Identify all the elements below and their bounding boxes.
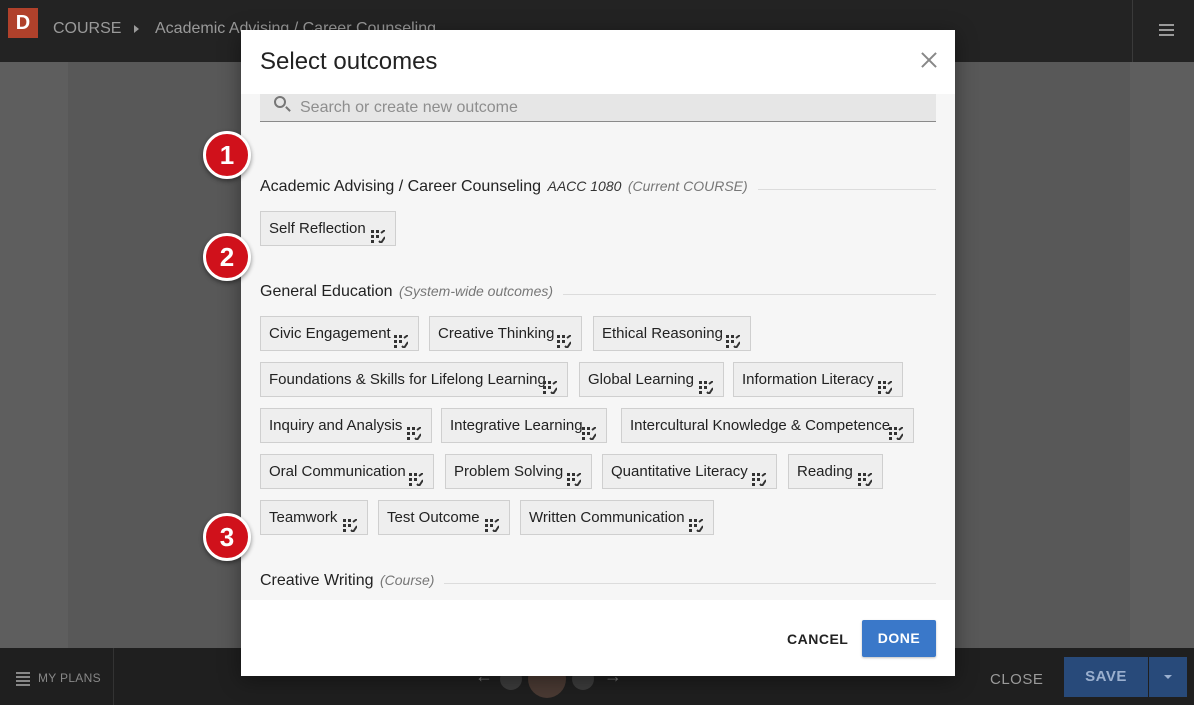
outcome-chip[interactable]: Civic Engagement (260, 316, 419, 351)
outcome-chip[interactable]: Reading (788, 454, 883, 489)
close-button[interactable]: CLOSE (990, 671, 1043, 688)
rubric-grid-icon[interactable] (557, 327, 572, 350)
outcome-chip-label: Written Communication (529, 509, 685, 526)
outcome-chip[interactable]: Intercultural Knowledge & Competence (621, 408, 914, 443)
dialog-footer: CANCEL DONE (241, 600, 955, 676)
dialog-title: Select outcomes (260, 48, 438, 75)
rubric-grid-icon[interactable] (343, 511, 358, 534)
section-header-creative-writing: Creative Writing (Course) (260, 572, 936, 594)
outcome-chip-label: Foundations & Skills for Lifelong Learni… (269, 371, 546, 388)
dialog-header: Select outcomes (241, 30, 955, 94)
close-icon[interactable] (921, 52, 937, 68)
section-title: General Education (260, 283, 393, 300)
caret-down-icon (1164, 675, 1172, 679)
callout-badge-2: 2 (203, 233, 251, 281)
rubric-grid-icon[interactable] (394, 327, 409, 350)
outcome-chip-label: Reading (797, 463, 853, 480)
dialog-body[interactable]: Academic Advising / Career Counseling AA… (241, 94, 955, 600)
outcome-chip-label: Information Literacy (742, 371, 874, 388)
section-title: Creative Writing (260, 572, 374, 589)
divider (1132, 0, 1133, 62)
callout-badge-1: 1 (203, 131, 251, 179)
section-note: (System-wide outcomes) (398, 283, 554, 299)
section-title: Academic Advising / Career Counseling (260, 178, 542, 195)
rubric-grid-icon[interactable] (582, 419, 597, 442)
outcome-chip[interactable]: Test Outcome (378, 500, 510, 535)
outcome-chip[interactable]: Self Reflection (260, 211, 396, 246)
outcome-chip[interactable]: Problem Solving (445, 454, 592, 489)
outcome-chip[interactable]: Foundations & Skills for Lifelong Learni… (260, 362, 568, 397)
app-logo[interactable]: D (8, 8, 38, 38)
section-header-current-course: Academic Advising / Career Counseling AA… (260, 178, 936, 200)
outcome-chip[interactable]: Inquiry and Analysis (260, 408, 432, 443)
outcome-chip-label: Civic Engagement (269, 325, 391, 342)
rubric-grid-icon[interactable] (858, 465, 873, 488)
section-code: AACC 1080 (547, 178, 622, 194)
section-header-general-education: General Education (System-wide outcomes) (260, 283, 936, 305)
rubric-grid-icon[interactable] (371, 222, 386, 245)
outcome-chip[interactable]: Quantitative Literacy (602, 454, 777, 489)
cancel-button[interactable]: CANCEL (787, 631, 848, 647)
my-plans-button[interactable]: MY PLANS (0, 648, 114, 705)
outcome-chip-label: Inquiry and Analysis (269, 417, 403, 434)
rubric-grid-icon[interactable] (889, 419, 904, 442)
outcome-chip-label: Test Outcome (387, 509, 480, 526)
rubric-grid-icon[interactable] (699, 373, 714, 396)
rubric-grid-icon[interactable] (752, 465, 767, 488)
hamburger-menu-icon[interactable] (1159, 24, 1174, 36)
rubric-grid-icon[interactable] (689, 511, 704, 534)
outcome-chip-label: Teamwork (269, 509, 338, 526)
outcome-chip-label: Intercultural Knowledge & Competence (630, 417, 891, 434)
outcome-chip[interactable]: Creative Thinking (429, 316, 582, 351)
save-dropdown-button[interactable] (1149, 657, 1187, 697)
outcome-chip[interactable]: Oral Communication (260, 454, 434, 489)
outcome-chip-label: Oral Communication (269, 463, 406, 480)
outcome-chip[interactable]: Global Learning (579, 362, 724, 397)
callout-badge-3: 3 (203, 513, 251, 561)
search-field[interactable] (260, 94, 936, 122)
rubric-grid-icon[interactable] (409, 465, 424, 488)
done-button[interactable]: DONE (862, 620, 936, 657)
outcome-chip-label: Problem Solving (454, 463, 564, 480)
rubric-grid-icon[interactable] (543, 373, 558, 396)
breadcrumb-course[interactable]: COURSE (53, 20, 121, 38)
outcome-chip[interactable]: Ethical Reasoning (593, 316, 751, 351)
rubric-grid-icon[interactable] (567, 465, 582, 488)
my-plans-label: MY PLANS (38, 671, 101, 685)
outcome-chip-label: Creative Thinking (438, 325, 555, 342)
rubric-grid-icon[interactable] (407, 419, 422, 442)
list-icon (16, 672, 30, 688)
outcome-chip-label: Quantitative Literacy (611, 463, 748, 480)
outcome-chip-label: Global Learning (588, 371, 694, 388)
outcome-chip-label: Integrative Learning (450, 417, 583, 434)
outcome-chip-label: Self Reflection (269, 220, 366, 237)
rubric-grid-icon[interactable] (726, 327, 741, 350)
select-outcomes-dialog: Select outcomes Academic Advising / Care… (241, 30, 955, 676)
breadcrumb-separator-icon (134, 25, 139, 33)
section-note: (Course) (379, 572, 435, 588)
save-button[interactable]: SAVE (1064, 657, 1148, 697)
outcome-chip[interactable]: Teamwork (260, 500, 368, 535)
section-note: (Current COURSE) (627, 178, 748, 194)
outcome-chip-label: Ethical Reasoning (602, 325, 723, 342)
search-input[interactable] (300, 94, 900, 121)
outcome-chip[interactable]: Information Literacy (733, 362, 903, 397)
rubric-grid-icon[interactable] (485, 511, 500, 534)
search-icon (274, 96, 286, 108)
rubric-grid-icon[interactable] (878, 373, 893, 396)
outcome-chip[interactable]: Written Communication (520, 500, 714, 535)
outcome-chip[interactable]: Integrative Learning (441, 408, 607, 443)
